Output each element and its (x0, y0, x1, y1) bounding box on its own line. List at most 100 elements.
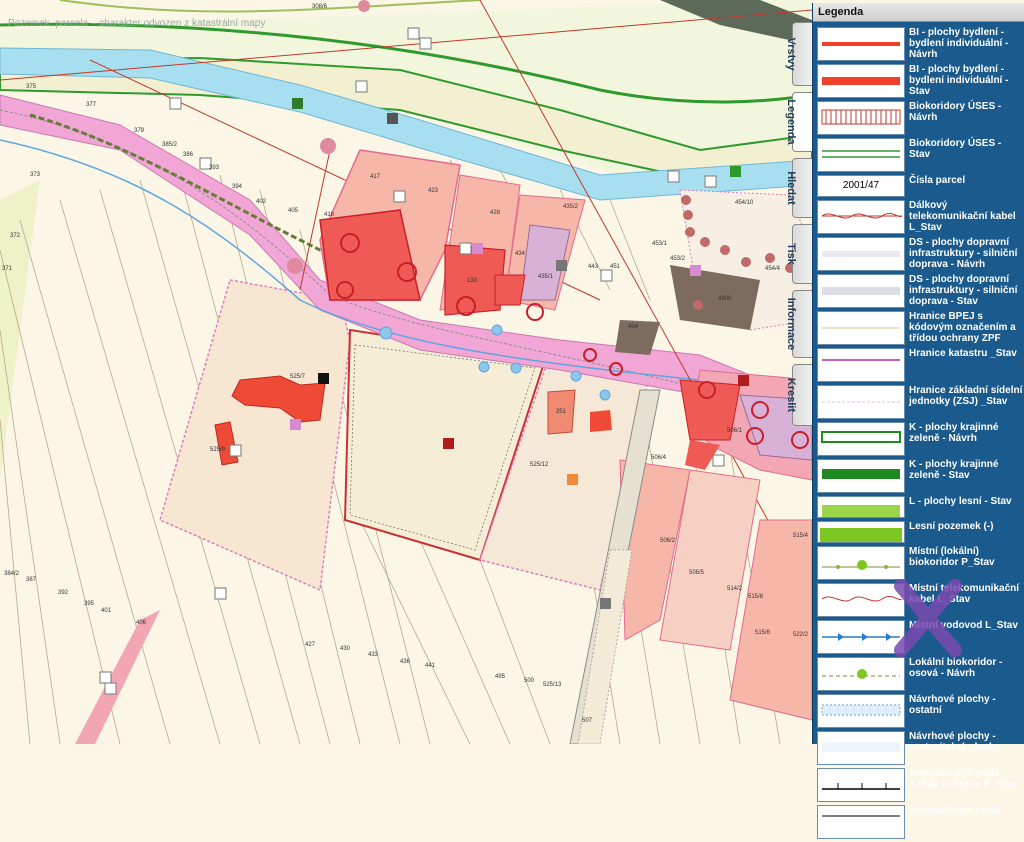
svg-text:525/13: 525/13 (543, 682, 562, 688)
legend-label: BI - plochy bydlení - bydlení individuál… (909, 27, 1009, 60)
svg-text:441: 441 (425, 663, 436, 669)
legend-label: K - plochy krajinné zeleně - Návrh (909, 422, 999, 444)
legend-item: Hranice katastru _Stav (817, 348, 1023, 382)
svg-text:308/6: 308/6 (312, 4, 328, 10)
svg-text:428: 428 (490, 210, 501, 216)
legend-swatch (817, 311, 905, 345)
legend-swatch (817, 348, 905, 382)
legend-label: BI - plochy bydlení - bydlení individuál… (909, 64, 1009, 97)
legend-swatch (817, 657, 905, 691)
tab-tisk[interactable]: Tisk (785, 224, 814, 284)
legend-label: Biokoridory ÚSES - Stav (909, 138, 1002, 160)
svg-text:433: 433 (368, 652, 379, 658)
svg-text:430: 430 (340, 646, 351, 652)
svg-text:525/7: 525/7 (290, 374, 306, 380)
legend-item: Biokoridory ÚSES - Stav (817, 138, 1023, 172)
svg-text:454/10: 454/10 (735, 200, 754, 206)
legend-label: Místní (lokální) biokoridor P_Stav (909, 546, 995, 568)
svg-text:385/2: 385/2 (162, 142, 178, 148)
svg-text:453/1: 453/1 (652, 241, 668, 247)
legend-label: Čísla parcel (909, 175, 966, 186)
svg-text:453/2: 453/2 (670, 256, 686, 262)
legend-item: Lesní pozemek (-) (817, 521, 1023, 543)
svg-text:386: 386 (183, 152, 194, 158)
svg-text:423: 423 (428, 188, 439, 194)
legend-item: Biokoridory ÚSES - Návrh (817, 101, 1023, 135)
svg-text:435/2: 435/2 (563, 204, 579, 210)
legend-item: Návrhové plochy - zastavitelné plochy (817, 731, 1023, 765)
legend-swatch (817, 583, 905, 617)
svg-text:387: 387 (26, 577, 37, 583)
legend-swatch (817, 546, 905, 580)
tab-hledat[interactable]: Hledat (785, 158, 814, 218)
legend-swatch (817, 496, 905, 518)
svg-text:434: 434 (515, 251, 526, 257)
tab-kreslit[interactable]: Kreslit (785, 364, 814, 426)
legend-swatch (817, 731, 905, 765)
legend-item: 2001/47 Čísla parcel (817, 175, 1023, 197)
legend-swatch (817, 101, 905, 135)
svg-text:379: 379 (134, 128, 145, 134)
tab-legenda[interactable]: Legenda (785, 92, 814, 152)
legend-swatch (817, 422, 905, 456)
svg-text:375: 375 (26, 84, 37, 90)
svg-text:4800: 4800 (718, 296, 732, 302)
legend-swatch (817, 237, 905, 271)
legend-swatch (817, 805, 905, 839)
svg-text:435/1: 435/1 (538, 274, 554, 280)
svg-text:417: 417 (370, 174, 381, 180)
svg-text:401: 401 (101, 608, 112, 614)
svg-text:522/2: 522/2 (793, 632, 809, 638)
legend-item: K - plochy krajinné zeleně - Stav (817, 459, 1023, 493)
svg-text:395: 395 (84, 601, 95, 607)
svg-text:133: 133 (467, 278, 478, 284)
tab-informace[interactable]: Informace (785, 290, 814, 358)
legend-swatch (817, 200, 905, 234)
svg-text:436: 436 (400, 659, 411, 665)
svg-text:427: 427 (305, 642, 316, 648)
legend-item: L - plochy lesní - Stav (817, 496, 1023, 518)
legend-label: Nejkvalitnější půda (909, 805, 1000, 816)
svg-text:506/1: 506/1 (727, 428, 743, 434)
map-svg: 308/6 375 377 379 385/2 386 393 373 394 402 405… (0, 0, 812, 744)
tab-vrstvy[interactable]: Vrstvy (785, 22, 814, 86)
legend-item: Nejkvalitnější půda 1.třída ochrany P_St… (817, 768, 1023, 802)
svg-text:402: 402 (256, 199, 267, 205)
legend-label: Návrhové plochy - zastavitelné plochy (909, 731, 1001, 753)
legend-title: Legenda (813, 3, 1024, 22)
svg-text:515/6: 515/6 (755, 630, 771, 636)
legend-item: DS - plochy dopravní infrastruktury - si… (817, 274, 1023, 308)
legend-label: K - plochy krajinné zeleně - Stav (909, 459, 999, 481)
svg-text:406: 406 (136, 620, 147, 626)
svg-text:384/2: 384/2 (4, 571, 20, 577)
legend-list[interactable]: BI - plochy bydlení - bydlení individuál… (817, 27, 1023, 842)
svg-text:500: 500 (524, 678, 535, 684)
close-x-icon[interactable] (893, 578, 963, 658)
svg-text:525/9: 525/9 (210, 447, 226, 453)
legend-swatch: 2001/47 (817, 175, 905, 197)
legend-swatch (817, 274, 905, 308)
legend-item: Nejkvalitnější půda (817, 805, 1023, 839)
legend-swatch (817, 521, 905, 543)
svg-text:251: 251 (556, 409, 567, 415)
legend-swatch (817, 138, 905, 172)
svg-text:394: 394 (232, 184, 243, 190)
svg-text:515/8: 515/8 (748, 594, 764, 600)
svg-text:392: 392 (58, 590, 69, 596)
svg-text:506/2: 506/2 (660, 538, 676, 544)
legend-label: Návrhové plochy - ostatní (909, 694, 996, 716)
legend-item: Hranice základní sídelní jednotky (ZSJ) … (817, 385, 1023, 419)
legend-swatch (817, 620, 905, 654)
svg-text:393: 393 (209, 165, 220, 171)
side-tabs: Vrstvy Legenda Hledat Tisk Informace Kre… (785, 22, 814, 432)
legend-label: Hranice BPEJ s kódovým označením a třído… (909, 311, 1016, 344)
svg-text:371: 371 (2, 266, 13, 272)
svg-text:443: 443 (588, 264, 599, 270)
legend-item: Návrhové plochy - ostatní (817, 694, 1023, 728)
legend-label: Lokální biokoridor - osová - Návrh (909, 657, 1003, 679)
legend-swatch (817, 459, 905, 493)
legend-swatch (817, 385, 905, 419)
svg-text:506/4: 506/4 (651, 455, 667, 461)
legend-swatch (817, 694, 905, 728)
legend-label: Hranice katastru _Stav (909, 348, 1017, 359)
